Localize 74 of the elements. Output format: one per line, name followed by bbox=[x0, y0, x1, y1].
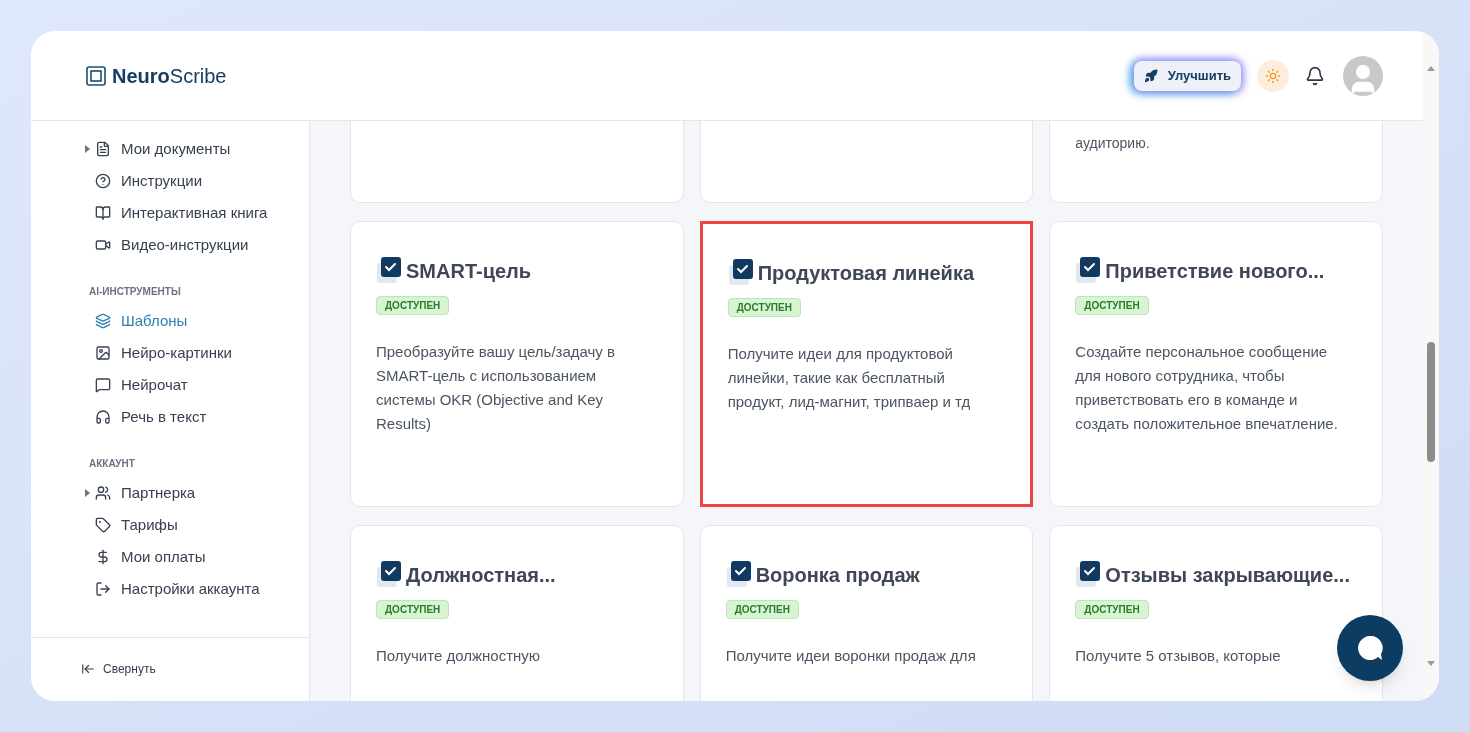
section-label: АККАУНТ bbox=[88, 456, 136, 471]
checkbox-icon bbox=[725, 560, 752, 590]
sidebar-item[interactable]: Нейро-картинки bbox=[31, 337, 309, 369]
card-description: Получите идеи для продуктовой линейки, такие как бесплатный продукт, лид-магнит, трипваер и тд bbox=[727, 344, 972, 412]
card-description: Получите идеи воронки продаж для bbox=[725, 646, 977, 666]
rocket-icon bbox=[1143, 68, 1158, 83]
expand-caret-icon[interactable] bbox=[85, 489, 90, 497]
video-icon bbox=[95, 237, 111, 253]
image-icon bbox=[95, 345, 111, 361]
dollar-icon bbox=[95, 549, 111, 565]
template-card[interactable]: Отзывы закрывающие... ДОСТУПЕН Получите 5 отзывов, которые bbox=[1049, 525, 1383, 701]
status-badge: ДОСТУПЕН bbox=[727, 298, 801, 317]
scrollbar-thumb[interactable] bbox=[1427, 342, 1435, 462]
layers-icon bbox=[95, 313, 111, 329]
sidebar-item[interactable]: Мои документы bbox=[31, 133, 309, 165]
book-icon bbox=[95, 205, 111, 221]
theme-toggle[interactable] bbox=[1257, 59, 1289, 92]
bell-icon bbox=[1305, 65, 1325, 86]
card-description: аудиторию. bbox=[1075, 134, 1151, 153]
checkbox-icon bbox=[727, 258, 754, 288]
template-card[interactable]: Приветствие нового... ДОСТУПЕН Создайте персональное сообщение для нового сотрудника, чтобы приветствовать его в команде и создать положительное впечатление. bbox=[1049, 221, 1383, 507]
section-label: AI-ИНСТРУМЕНТЫ bbox=[88, 284, 182, 299]
document-icon bbox=[95, 141, 111, 157]
sun-icon bbox=[1265, 67, 1281, 84]
card-description: Получите 5 отзывов, которые bbox=[1075, 646, 1282, 666]
headphones-icon bbox=[95, 409, 111, 425]
scroll-up-icon[interactable] bbox=[1427, 66, 1435, 71]
expand-caret-icon[interactable] bbox=[85, 145, 90, 153]
card-title: Должностная... bbox=[406, 563, 556, 588]
checkbox-icon bbox=[376, 256, 402, 286]
card-description: Создайте персональное сообщение для нового сотрудника, чтобы приветствовать его в команде и создать положительное впечатление. bbox=[1075, 342, 1339, 434]
template-card[interactable]: SMART-цель ДОСТУПЕН Преобразуйте вашу цель/задачу в SMART-цель с использованием системы OKR (Objective and Key Results) bbox=[350, 221, 684, 507]
chat-icon bbox=[95, 377, 111, 393]
tag-icon bbox=[95, 517, 111, 533]
collapse-icon bbox=[81, 662, 95, 676]
sidebar-item[interactable]: Речь в текст bbox=[31, 401, 309, 433]
status-badge: ДОСТУПЕН bbox=[725, 600, 799, 619]
card-title: Отзывы закрывающие... bbox=[1105, 563, 1350, 588]
template-card[interactable]: Должностная... ДОСТУПЕН Получите должностную bbox=[350, 525, 684, 701]
card-description: Получите должностную bbox=[376, 646, 542, 666]
logo-icon bbox=[86, 65, 106, 86]
status-badge: ДОСТУПЕН bbox=[1075, 296, 1149, 315]
checkbox-icon bbox=[376, 560, 402, 590]
sidebar-item[interactable]: Видео-инструкции bbox=[31, 229, 309, 261]
sidebar-item[interactable]: Шаблоны bbox=[31, 305, 309, 337]
template-card[interactable]: Воронка продаж ДОСТУПЕН Получите идеи воронки продаж для bbox=[699, 525, 1034, 701]
card-description: Преобразуйте вашу цель/задачу в SMART-цель с использованием системы OKR (Objective and Key Results) bbox=[376, 342, 616, 434]
card-title: Приветствие нового... bbox=[1105, 259, 1325, 284]
card-title: SMART-цель bbox=[406, 259, 532, 284]
card-title: Воронка продаж bbox=[755, 563, 920, 588]
template-card[interactable]: аудиторию. bbox=[1049, 121, 1383, 203]
sidebar-item[interactable]: Инструкции bbox=[31, 165, 309, 197]
status-badge: ДОСТУПЕН bbox=[1075, 600, 1149, 619]
logout-icon bbox=[95, 581, 111, 597]
logo-text: NeuroScribe bbox=[112, 63, 227, 89]
people-icon bbox=[95, 485, 111, 501]
scroll-down-icon[interactable] bbox=[1427, 661, 1435, 666]
sidebar-item[interactable]: Мои оплаты bbox=[31, 541, 309, 573]
sidebar-item[interactable]: Настройки аккаунта bbox=[31, 573, 309, 605]
sidebar-item[interactable]: Нейрочат bbox=[31, 369, 309, 401]
checkbox-icon bbox=[1075, 560, 1102, 590]
help-icon bbox=[95, 173, 111, 189]
upgrade-button[interactable]: Улучшить bbox=[1133, 60, 1241, 91]
card-title: Продуктовая линейка bbox=[757, 261, 975, 286]
sidebar-item[interactable]: Интерактивная книга bbox=[31, 197, 309, 229]
sidebar-item[interactable]: Тарифы bbox=[31, 509, 309, 541]
avatar[interactable] bbox=[1343, 55, 1383, 96]
status-badge: ДОСТУПЕН bbox=[376, 600, 450, 619]
chat-bubble-icon bbox=[1355, 633, 1385, 663]
sidebar-item[interactable]: Партнерка bbox=[31, 477, 309, 509]
collapse-button[interactable]: Свернуть bbox=[81, 660, 156, 678]
status-badge: ДОСТУПЕН bbox=[376, 296, 450, 315]
template-card[interactable]: Продуктовая линейка ДОСТУПЕН Получите идеи для продуктовой линейки, такие как бесплатный продукт, лид-магнит, трипваер и тд bbox=[699, 221, 1034, 507]
checkbox-icon bbox=[1075, 256, 1102, 286]
